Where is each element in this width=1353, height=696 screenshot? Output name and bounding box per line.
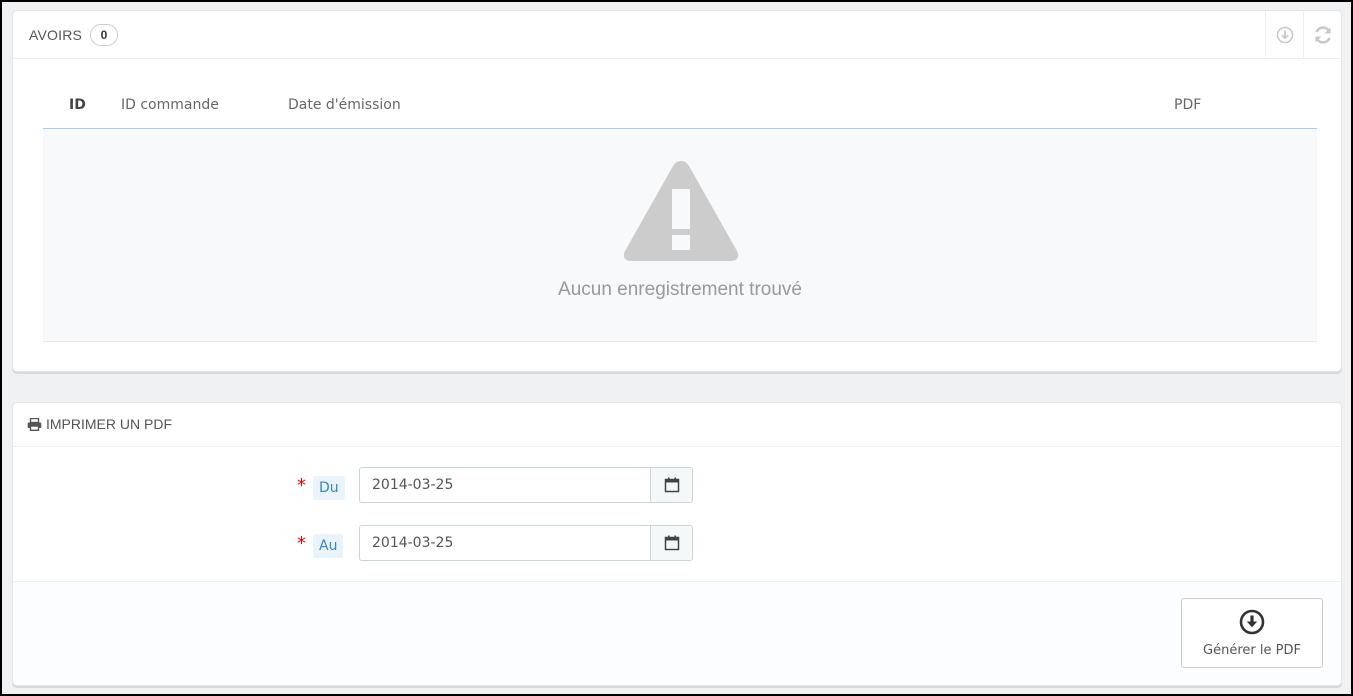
print-panel-heading: IMPRIMER UN PDF <box>13 403 1341 447</box>
credits-panel: AVOIRS 0 ID ID commande Date d'émission … <box>12 10 1342 372</box>
date-from-label: Du <box>313 476 345 500</box>
date-to-input[interactable] <box>360 526 650 560</box>
credits-table-header: ID ID commande Date d'émission PDF <box>43 91 1317 129</box>
credits-panel-heading: AVOIRS 0 <box>13 11 1341 59</box>
date-from-row: * Du <box>13 467 1341 505</box>
print-panel-footer: Générer le PDF <box>13 581 1341 685</box>
generate-pdf-button[interactable]: Générer le PDF <box>1181 598 1323 668</box>
warning-triangle-icon <box>623 161 739 261</box>
printer-icon <box>27 417 42 431</box>
date-to-calendar-button[interactable] <box>650 526 692 560</box>
refresh-icon <box>1314 26 1331 44</box>
export-button[interactable] <box>1265 11 1303 59</box>
date-from-input[interactable] <box>360 468 650 502</box>
credits-title-text: AVOIRS <box>29 27 83 43</box>
date-to-group <box>359 525 693 561</box>
page-frame: AVOIRS 0 ID ID commande Date d'émission … <box>0 0 1353 696</box>
column-header-date[interactable]: Date d'émission <box>288 97 401 113</box>
required-mark: * <box>297 533 306 554</box>
credits-title: AVOIRS 0 <box>29 24 119 46</box>
column-header-pdf[interactable]: PDF <box>1174 97 1201 113</box>
date-to-label: Au <box>313 534 344 558</box>
empty-message: Aucun enregistrement trouvé <box>558 279 802 300</box>
download-circle-icon <box>1276 26 1293 44</box>
date-from-group <box>359 467 693 503</box>
required-mark: * <box>297 475 306 496</box>
download-circle-icon <box>1239 609 1265 635</box>
empty-table-state: Aucun enregistrement trouvé <box>43 129 1317 342</box>
calendar-icon <box>664 477 679 493</box>
date-from-calendar-button[interactable] <box>650 468 692 502</box>
date-to-row: * Au <box>13 525 1341 563</box>
column-header-order-id[interactable]: ID commande <box>121 97 219 113</box>
calendar-icon <box>664 535 679 551</box>
credits-toolbar <box>1265 11 1341 59</box>
print-title-text: IMPRIMER UN PDF <box>46 416 172 432</box>
refresh-button[interactable] <box>1303 11 1341 59</box>
print-pdf-panel: IMPRIMER UN PDF * Du * Au <box>12 402 1342 686</box>
generate-pdf-label: Générer le PDF <box>1203 643 1301 658</box>
print-title: IMPRIMER UN PDF <box>27 416 172 432</box>
credits-count-badge: 0 <box>90 24 119 46</box>
column-header-id[interactable]: ID <box>69 97 86 113</box>
